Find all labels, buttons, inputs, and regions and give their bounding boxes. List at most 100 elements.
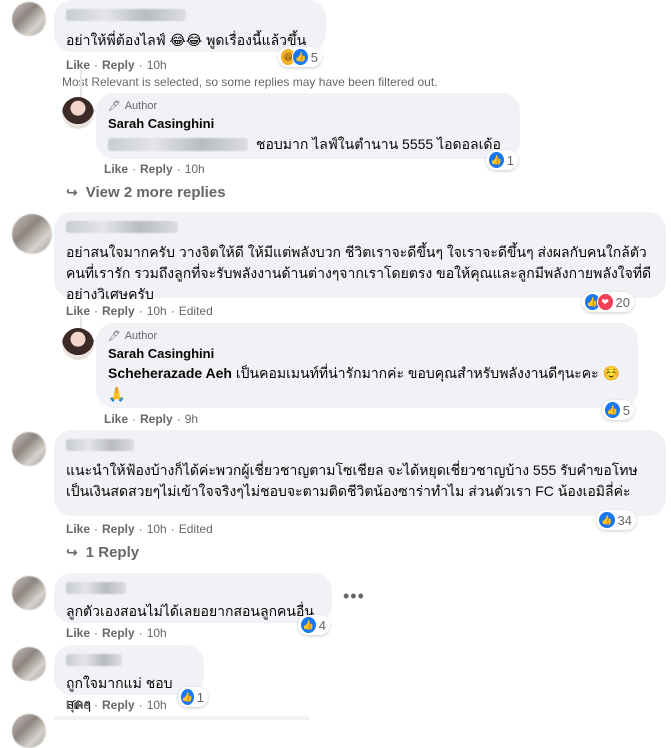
author-badge-label: Author — [124, 100, 158, 112]
separator: · — [132, 162, 137, 176]
more-options-icon[interactable]: ••• — [343, 586, 365, 607]
mention-blurred[interactable] — [108, 138, 248, 151]
comment-bubble: อย่าสนใจมากครับ วางจิตให้ดี ให้มีแต่พลัง… — [54, 212, 666, 302]
reply-button[interactable]: Reply — [140, 412, 173, 426]
author-avatar[interactable] — [62, 97, 94, 129]
reaction-summary[interactable]: 👍 4 — [298, 615, 330, 635]
timestamp[interactable]: 10h — [147, 522, 167, 536]
reply-button[interactable]: Reply — [102, 626, 135, 640]
reply-text: ชอบมาก ไลฟ์ในตำนาน 5555 ไอดอลเด้อ — [256, 136, 501, 152]
avatar[interactable] — [12, 214, 52, 254]
author-badge-label: Author — [124, 330, 158, 342]
view-replies-label: 1 Reply — [85, 544, 140, 561]
reply-actions: Like · Reply · 10h — [104, 162, 205, 176]
reply-bubble: 🖊 Author Sarah Casinghini ชอบมาก ไลฟ์ในต… — [96, 93, 520, 159]
comment-actions: Like · Reply · 10h · Edited — [66, 522, 213, 536]
reply-button[interactable]: Reply — [102, 58, 135, 72]
like-button[interactable]: Like — [66, 698, 90, 712]
avatar[interactable] — [12, 2, 46, 36]
like-button[interactable]: Like — [104, 162, 128, 176]
separator: · — [138, 304, 143, 318]
author-badge: 🖊 Author — [108, 329, 626, 343]
like-button[interactable]: Like — [66, 626, 90, 640]
timestamp[interactable]: 10h — [147, 304, 167, 318]
reply-button[interactable]: Reply — [140, 162, 173, 176]
separator: · — [138, 698, 143, 712]
timestamp[interactable]: 9h — [185, 412, 198, 426]
avatar[interactable] — [12, 576, 46, 610]
timestamp[interactable]: 10h — [185, 162, 205, 176]
timestamp[interactable]: 10h — [147, 698, 167, 712]
like-button[interactable]: Like — [104, 412, 128, 426]
like-icon: 👍 — [604, 401, 621, 419]
separator: · — [138, 626, 143, 640]
separator: · — [176, 162, 181, 176]
like-icon: 👍 — [292, 48, 309, 66]
author-avatar[interactable] — [62, 328, 94, 360]
reaction-count: 4 — [318, 617, 326, 633]
separator: · — [94, 698, 99, 712]
separator: · — [176, 412, 181, 426]
commenter-name-blurred[interactable] — [66, 220, 654, 238]
comment-text: อย่าให้พี่ต้องไลฟ์ 😂😂 พูดเรื่องนี้แล้วขึ… — [66, 32, 307, 48]
reply-author-name[interactable]: Sarah Casinghini — [108, 116, 508, 131]
avatar[interactable] — [12, 432, 46, 466]
view-replies[interactable]: ↪ 1 Reply — [66, 544, 139, 561]
reaction-count: 1 — [506, 152, 514, 168]
avatar[interactable] — [12, 647, 46, 681]
reply-author-name[interactable]: Sarah Casinghini — [108, 346, 626, 361]
commenter-name-blurred[interactable] — [66, 438, 654, 456]
comment-bubble — [54, 716, 310, 720]
comment-text: แนะนำให้ฟ้องบ้างก็ได้ค่ะพวกผู้เชี่ยวชาญต… — [66, 462, 638, 499]
comment-actions: Like · Reply · 10h — [66, 626, 167, 640]
reply-button[interactable]: Reply — [102, 304, 135, 318]
love-icon: ❤ — [596, 293, 614, 311]
author-badge: 🖊 Author — [108, 99, 508, 113]
separator: · — [170, 304, 175, 318]
reply-text: เป็นคอมเมนท์ที่น่ารักมากค่ะ ขอบคุณสำหรับ… — [235, 365, 621, 381]
like-icon: 👍 — [598, 511, 616, 529]
reply-arrow-icon: ↪ — [66, 544, 78, 560]
commenter-name-blurred[interactable] — [66, 653, 192, 671]
reaction-summary[interactable]: 👍 1 — [486, 150, 518, 170]
reaction-summary[interactable]: 😆 👍 5 — [278, 47, 322, 67]
separator: · — [132, 412, 137, 426]
timestamp[interactable]: 10h — [147, 58, 167, 72]
separator: · — [170, 522, 175, 536]
author-badge-icon: 🖊 — [108, 100, 121, 112]
separator: · — [94, 626, 99, 640]
view-more-replies[interactable]: ↪ View 2 more replies — [66, 184, 226, 201]
comment-actions: Like · Reply · 10h — [66, 698, 167, 712]
commenter-name-blurred[interactable] — [66, 581, 320, 599]
comment-bubble: แนะนำให้ฟ้องบ้างก็ได้ค่ะพวกผู้เชี่ยวชาญต… — [54, 430, 666, 516]
separator: · — [138, 58, 143, 72]
folded-hands-emoji: 🙏 — [108, 386, 126, 402]
reaction-count: 5 — [622, 402, 630, 418]
reply-bubble: 🖊 Author Sarah Casinghini Scheherazade A… — [96, 323, 638, 408]
edited-label: Edited — [178, 304, 213, 318]
reaction-summary[interactable]: 👍 34 — [596, 510, 636, 530]
avatar[interactable] — [12, 714, 46, 748]
like-button[interactable]: Like — [66, 522, 90, 536]
like-icon: 👍 — [488, 151, 505, 169]
edited-label: Edited — [178, 522, 213, 536]
separator: · — [94, 522, 99, 536]
reply-button[interactable]: Reply — [102, 698, 135, 712]
reaction-count: 5 — [310, 49, 318, 65]
reaction-summary[interactable]: 👍 ❤ 20 — [582, 292, 634, 312]
commenter-name-blurred[interactable] — [66, 8, 314, 26]
reply-actions: Like · Reply · 9h — [104, 412, 198, 426]
reaction-count: 20 — [615, 294, 630, 310]
reaction-summary[interactable]: 👍 1 — [178, 687, 208, 707]
timestamp[interactable]: 10h — [147, 626, 167, 640]
filter-note: Most Relevant is selected, so some repli… — [62, 75, 438, 89]
view-more-label: View 2 more replies — [85, 184, 226, 201]
mention-link[interactable]: Scheherazade Aeh — [108, 365, 232, 381]
reply-text-row: ชอบมาก ไลฟ์ในตำนาน 5555 ไอดอลเด้อ — [108, 134, 508, 155]
comment-bubble: ลูกตัวเองสอนไม่ได้เลยอยากสอนลูกคนอื่น — [54, 573, 332, 623]
separator: · — [138, 522, 143, 536]
reaction-summary[interactable]: 👍 5 — [602, 400, 634, 420]
reply-text-block: Scheherazade Aeh เป็นคอมเมนท์ที่น่ารักมา… — [108, 363, 626, 405]
reply-button[interactable]: Reply — [102, 522, 135, 536]
author-badge-icon: 🖊 — [108, 330, 121, 342]
